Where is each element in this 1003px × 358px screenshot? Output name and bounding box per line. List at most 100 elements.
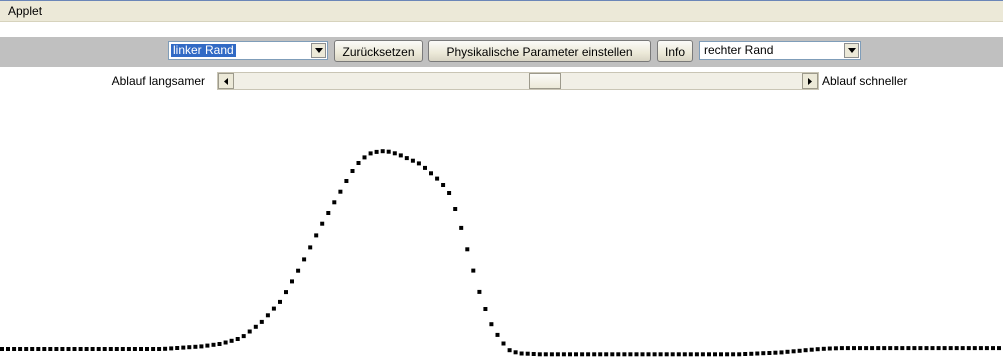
wave-point	[670, 352, 675, 357]
menu-bar: Applet	[0, 1, 1003, 22]
wave-point	[531, 352, 536, 356]
wave-point	[682, 352, 687, 357]
wave-point	[906, 346, 911, 351]
chevron-down-icon[interactable]	[844, 43, 859, 58]
wave-point	[78, 347, 83, 351]
wave-point	[392, 151, 397, 156]
wave-point	[54, 347, 59, 351]
wave-point	[525, 351, 530, 356]
menu-applet[interactable]: Applet	[8, 4, 42, 18]
wave-point	[36, 347, 41, 351]
wave-point	[410, 158, 415, 163]
wave-point	[30, 347, 35, 351]
wave-point	[60, 347, 65, 351]
wave-point	[0, 347, 4, 351]
wave-point	[501, 341, 506, 346]
wave-point	[966, 346, 971, 351]
wave-point	[332, 200, 337, 205]
reset-button[interactable]: Zurücksetzen	[334, 40, 423, 62]
wave-point	[882, 346, 887, 351]
wave-point	[126, 347, 131, 351]
wave-point	[477, 289, 482, 294]
speed-scrollbar-thumb[interactable]	[528, 73, 561, 89]
wave-point	[247, 329, 252, 334]
wave-point	[356, 161, 361, 165]
wave-point	[676, 352, 681, 357]
wave-point	[978, 346, 983, 351]
wave-point	[815, 347, 820, 352]
wave-point	[489, 322, 494, 327]
wave-point	[344, 179, 349, 183]
info-button[interactable]: Info	[657, 40, 693, 62]
right-boundary-value: rechter Rand	[704, 43, 774, 57]
wave-point	[942, 346, 947, 351]
wave-point	[102, 347, 107, 351]
wave-point	[157, 347, 162, 351]
scroll-right-arrow-icon[interactable]	[802, 73, 818, 89]
wave-point	[616, 352, 621, 357]
wave-point	[205, 343, 210, 348]
wave-point	[429, 171, 433, 176]
wave-point	[72, 347, 77, 351]
wave-point	[960, 346, 965, 351]
left-boundary-select[interactable]: linker Rand	[168, 41, 328, 60]
set-physical-parameters-button[interactable]: Physikalische Parameter einstellen	[428, 40, 651, 62]
wave-point	[132, 347, 137, 351]
wave-point	[561, 352, 566, 357]
wave-point	[284, 290, 288, 295]
wave-point	[852, 346, 856, 351]
wave-point	[991, 346, 995, 351]
wave-point	[870, 346, 875, 351]
wave-point	[229, 338, 234, 343]
right-boundary-select[interactable]: rechter Rand	[699, 41, 861, 60]
wave-point	[785, 349, 790, 354]
scroll-left-arrow-icon[interactable]	[218, 73, 234, 89]
faster-label: Ablauf schneller	[822, 74, 908, 88]
wave-point	[555, 352, 560, 357]
wave-point	[549, 352, 554, 357]
wave-point	[688, 352, 693, 357]
wave-point	[543, 352, 548, 357]
wave-point	[435, 176, 440, 181]
wave-point	[175, 346, 180, 350]
wave-point	[362, 155, 367, 160]
wave-point	[271, 306, 276, 311]
wave-point	[646, 352, 651, 357]
wave-point	[713, 352, 717, 357]
wave-point	[598, 352, 603, 357]
wave-point	[465, 247, 470, 252]
wave-point	[84, 347, 89, 351]
wave-point	[821, 346, 826, 351]
wave-point	[398, 153, 403, 158]
wave-point	[628, 352, 633, 357]
wave-point	[858, 346, 862, 351]
wave-point	[241, 334, 246, 339]
wave-point	[308, 245, 313, 250]
wave-point	[694, 352, 699, 357]
wave-point	[163, 346, 168, 351]
wave-point	[338, 189, 343, 194]
wave-point	[290, 279, 294, 284]
speed-scrollbar[interactable]	[217, 72, 819, 90]
wave-point	[217, 342, 222, 346]
wave-point	[640, 352, 645, 357]
chevron-down-icon[interactable]	[311, 43, 326, 58]
speed-control-row: Ablauf langsamer Ablauf schneller	[0, 71, 1003, 91]
wave-point	[507, 348, 512, 353]
wave-point	[495, 332, 500, 337]
wave-point	[894, 346, 899, 351]
wave-point	[386, 149, 391, 154]
wave-point	[604, 352, 609, 357]
wave-point	[42, 347, 47, 351]
wave-point	[592, 352, 597, 357]
wave-point	[731, 352, 736, 357]
wave-point	[368, 151, 373, 156]
wave-point	[827, 346, 832, 351]
wave-point	[259, 319, 264, 324]
wave-point	[66, 347, 71, 351]
left-boundary-value: linker Rand	[171, 43, 236, 57]
wave-point	[48, 347, 53, 351]
wave-point	[404, 156, 409, 161]
wave-point	[652, 352, 657, 357]
wave-point	[187, 345, 192, 350]
